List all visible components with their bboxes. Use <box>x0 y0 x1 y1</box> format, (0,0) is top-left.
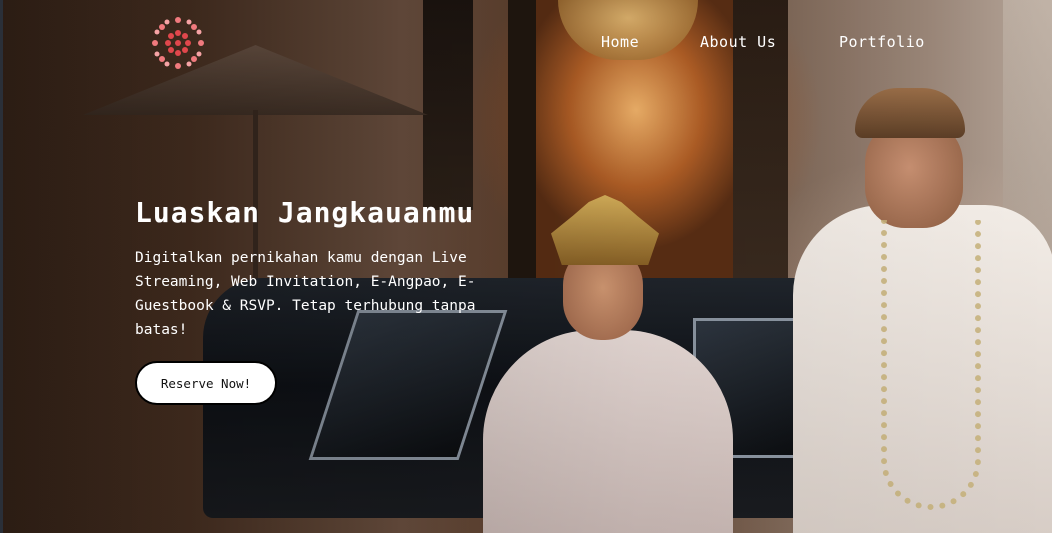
nav-about-us[interactable]: About Us <box>700 33 776 51</box>
nav-portfolio[interactable]: Portfolio <box>839 33 925 51</box>
hero-headline: Luaskan Jangkauanmu <box>135 196 475 229</box>
reserve-now-button[interactable]: Reserve Now! <box>135 361 277 405</box>
hero-section: Home About Us Portfolio Luaskan Jangkaua… <box>0 0 1052 533</box>
nav-home[interactable]: Home <box>601 33 639 51</box>
hero-description: Digitalkan pernikahan kamu dengan Live S… <box>135 250 476 338</box>
main-nav: Home About Us Portfolio <box>3 33 1052 53</box>
